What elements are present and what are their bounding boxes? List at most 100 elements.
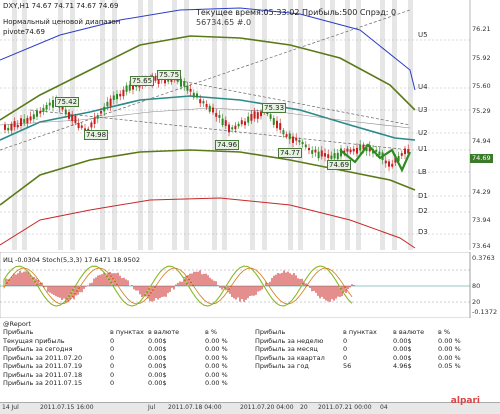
time-tick: 14 Jul — [2, 404, 19, 411]
candle-body — [250, 114, 253, 121]
chart-window[interactable]: DXY,H1 74.67 74.71 74.67 74.69 Нормальны… — [0, 0, 500, 414]
chart-label: 74.98 — [84, 130, 109, 140]
candle-body — [16, 125, 19, 128]
report-row-percent: 0.00 % — [205, 345, 228, 353]
candle-body — [192, 92, 195, 98]
candle-body — [221, 118, 224, 126]
symbol-info: DXY,H1 74.67 74.71 74.67 74.69 — [3, 2, 119, 10]
chart-label: 75.33 — [262, 103, 287, 113]
report-row-value: 0.00$ — [148, 345, 167, 353]
candle-body — [39, 111, 42, 114]
report-row-percent: 0.00 % — [438, 353, 461, 362]
candle-body — [256, 112, 259, 119]
candle-body — [400, 153, 403, 156]
report-row-value: 0.00$ — [148, 353, 167, 362]
candle-body — [234, 125, 237, 130]
report-row-label: Прибыль за 2011.07.18 — [3, 370, 83, 379]
candle-body — [90, 122, 93, 128]
candle-body — [13, 121, 16, 128]
candle-body — [356, 147, 358, 154]
candle-body — [103, 106, 106, 112]
report-row-label: Прибыль за год — [255, 362, 309, 370]
candle-body — [215, 113, 218, 117]
chart-label: 74.69 — [327, 160, 352, 170]
candle-body — [324, 153, 326, 157]
candle-body — [68, 112, 70, 119]
candle-body — [301, 142, 304, 145]
candle-body — [186, 85, 189, 91]
report-row-points: в пунктах — [110, 328, 144, 336]
report-row-percent: 0.00 % — [205, 370, 228, 379]
session-stripe — [250, 0, 255, 250]
time-tick: 04 — [380, 404, 388, 411]
report-row-label: Прибыль за сегодня — [3, 345, 73, 353]
candle-body — [205, 103, 208, 108]
chart-label: 74.77 — [278, 148, 303, 158]
session-stripe — [262, 0, 267, 250]
level-label: D1 — [418, 192, 428, 200]
candle-body — [317, 151, 320, 159]
report-row-points: 0 — [110, 362, 115, 370]
report-row-label: Прибыль за неделю — [255, 336, 324, 345]
report-row-label: Прибыль за 2011.07.15 — [3, 379, 83, 387]
candle-body — [119, 93, 122, 97]
price-tick: 76.21 — [472, 25, 491, 33]
candle-body — [346, 148, 349, 152]
candle-body — [180, 78, 182, 87]
candle-body — [52, 100, 54, 108]
candle-body — [218, 114, 221, 118]
candle-body — [45, 104, 48, 110]
candle-body — [32, 114, 35, 120]
alpari-logo: alpari — [450, 396, 480, 406]
indicator-label: ИЦ -0.0304 Stoch(5,3,3) 17.6471 18.9502 — [3, 256, 140, 264]
candle-body — [96, 115, 99, 119]
candle-body — [20, 118, 22, 126]
session-stripe — [112, 0, 117, 250]
report-row-label: Прибыль — [255, 328, 286, 336]
candle-body — [112, 95, 115, 100]
report-row-value: в валюте — [393, 328, 425, 336]
report-row-points: 0 — [110, 353, 115, 362]
price-tick: 75.29 — [472, 107, 491, 115]
report-panel: @Report Прибыль в пунктах в валюте в % Текущ… — [0, 318, 500, 402]
candle-body — [295, 137, 298, 141]
candle-body — [269, 114, 272, 119]
candle-body — [26, 117, 29, 124]
candle-body — [272, 118, 275, 125]
candle-body — [42, 107, 45, 112]
price-tick: 74.94 — [472, 137, 491, 145]
candle-body — [253, 111, 256, 119]
indicator-tick: 80 — [472, 282, 481, 290]
level-label: U5 — [418, 31, 428, 39]
time-tick: 2011.07.20 04:00 — [240, 404, 294, 411]
report-row-value: 0.00$ — [393, 345, 412, 353]
candle-body — [48, 102, 51, 106]
chart-label: 75.65 — [130, 76, 155, 86]
candle-body — [333, 153, 336, 159]
candle-body — [359, 144, 362, 151]
report-row-label: Прибыль — [3, 328, 34, 336]
candle-body — [378, 151, 381, 156]
chart-label: 75.75 — [157, 70, 182, 80]
candle-body — [288, 133, 291, 140]
session-stripe — [392, 0, 397, 250]
indicator-tick: -0.1372 — [472, 308, 498, 316]
report-row-percent: 0.00 % — [205, 336, 228, 345]
time-tick: Jul — [148, 404, 156, 411]
report-row-label: Текущая прибыль — [3, 336, 65, 345]
range-label: Нормальный ценовой диапазон — [3, 18, 121, 26]
session-stripe — [330, 0, 335, 250]
indicator-tick: 20 — [472, 298, 481, 306]
candle-body — [189, 88, 192, 92]
report-row-value: 0.00$ — [393, 336, 412, 345]
candle-body — [29, 116, 32, 121]
report-row-points: 0 — [343, 345, 348, 353]
candle-body — [304, 144, 307, 148]
level-label: U4 — [418, 83, 428, 91]
candle-body — [292, 136, 294, 143]
report-row-percent: в % — [205, 328, 218, 336]
candle-body — [36, 110, 38, 117]
session-stripe — [298, 0, 303, 250]
candle-body — [391, 163, 394, 167]
report-row-percent: 0.00 % — [205, 379, 228, 387]
